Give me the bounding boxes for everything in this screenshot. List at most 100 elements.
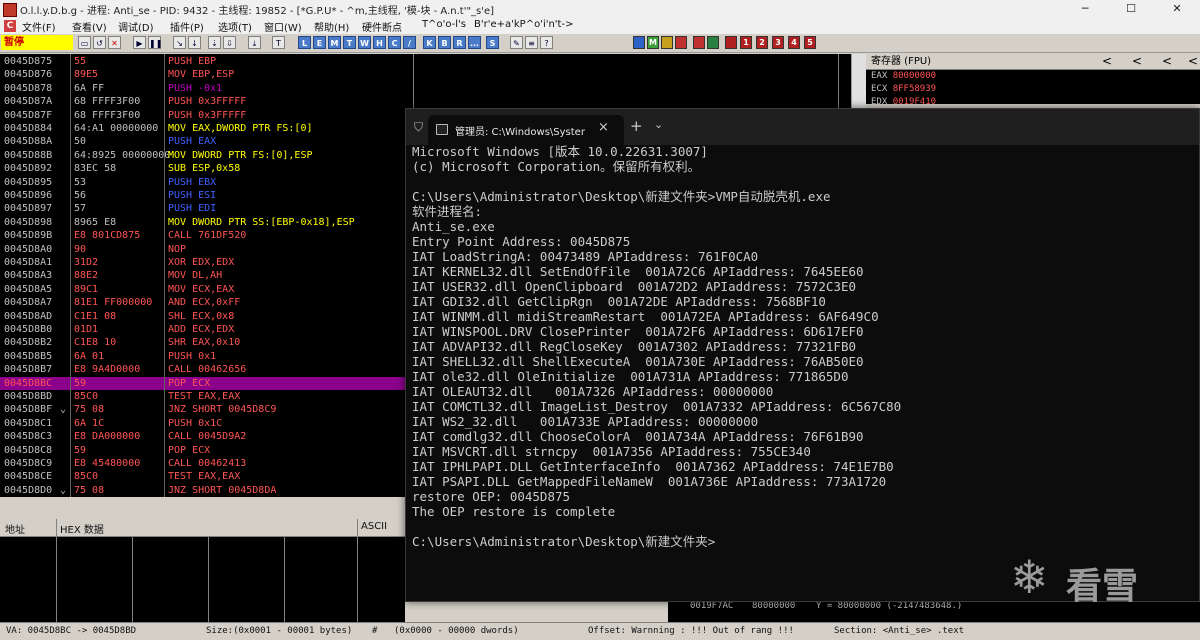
help-icon[interactable]: ? (540, 36, 553, 49)
menu-tools[interactable]: T^o'o-l's (422, 19, 466, 30)
disasm-row[interactable]: 0045D88B 64:8925 00000000 MOV DWORD PTR FS… (0, 149, 413, 162)
menu-window[interactable]: 窗口(W) (264, 19, 302, 34)
call-stack-icon[interactable]: K (423, 36, 436, 49)
minimize-button[interactable]: ─ (1062, 0, 1108, 18)
modules-window-icon[interactable]: E (313, 36, 326, 49)
disasm-row[interactable]: 0045D8B2 C1E8 10 SHR EAX,0x10 (0, 336, 413, 349)
disasm-row[interactable]: 0045D8A1 31D2 XOR EDX,EDX (0, 256, 413, 269)
step-over-icon[interactable]: ↓ (188, 36, 201, 49)
register-row[interactable]: EDX 0019F410 (871, 96, 936, 108)
menu-plugins[interactable]: 插件(P) (170, 19, 204, 34)
disasm-row[interactable]: 0045D89B E8 801CD875 CALL 761DF520 (0, 229, 413, 242)
disasm-row[interactable]: 0045D8D0 ⌄ 75 08 JNZ SHORT 0045D8DA (0, 484, 413, 497)
disasm-row[interactable]: 0045D8CE 85C0 TEST EAX,EAX (0, 470, 413, 483)
disasm-row[interactable]: 0045D8C3 E8 DA000000 CALL 0045D9A2 (0, 430, 413, 443)
disasm-row[interactable]: 0045D87F 68 FFFF3F00 PUSH 0x3FFFFF (0, 109, 413, 122)
disasm-row[interactable]: 0045D875 55 PUSH EBP (0, 55, 413, 68)
plugin-button-2[interactable]: 2 (756, 36, 768, 49)
windows-window-icon[interactable]: W (358, 36, 371, 49)
plugin-button-5[interactable]: 5 (804, 36, 816, 49)
open-icon[interactable]: ▭ (78, 36, 91, 49)
prev-icon[interactable]: < (1188, 54, 1198, 69)
plugin-button-1[interactable]: 1 (740, 36, 752, 49)
disasm-row[interactable]: 0045D876 89E5 MOV EBP,ESP (0, 68, 413, 81)
menu-hw-breakpoint[interactable]: 硬件断点 (362, 19, 402, 34)
trace-over-icon[interactable]: ⇩ (223, 36, 236, 49)
plugin-icon-4[interactable] (675, 36, 687, 49)
plugin-button-3[interactable]: 3 (772, 36, 784, 49)
disasm-row[interactable]: 0045D898 8965 E8 MOV DWORD PTR SS:[EBP-0x1… (0, 216, 413, 229)
disasm-row[interactable]: 0045D8A7 81E1 FF000000 AND ECX,0xFF (0, 296, 413, 309)
step-into-icon[interactable]: ↘ (173, 36, 186, 49)
chevron-down-icon[interactable]: ⌄ (654, 118, 663, 131)
execute-till-return-icon[interactable]: ⤓ (248, 36, 261, 49)
disasm-row[interactable]: 0045D8BF ⌄ 75 08 JNZ SHORT 0045D8C9 (0, 403, 413, 416)
disasm-row[interactable]: 0045D8B0 01D1 ADD ECX,EDX (0, 323, 413, 336)
threads-window-icon[interactable]: T (343, 36, 356, 49)
terminal-output[interactable]: Microsoft Windows [版本 10.0.22631.3007] (c… (412, 144, 1192, 549)
breakpoints-window-icon[interactable]: B (438, 36, 451, 49)
dump-pane[interactable] (0, 537, 405, 622)
prev-icon[interactable]: < (1162, 54, 1172, 69)
plugin-icon-7[interactable] (725, 36, 737, 49)
pause-icon[interactable]: ❚❚ (148, 36, 162, 49)
disasm-row[interactable]: 0045D8C1 6A 1C PUSH 0x1C (0, 417, 413, 430)
disasm-row[interactable]: 0045D8AD C1E1 08 SHL ECX,0x8 (0, 310, 413, 323)
disasm-row[interactable]: 0045D895 53 PUSH EBX (0, 176, 413, 189)
plugin-icon-3[interactable] (661, 36, 673, 49)
register-row[interactable]: ECX 8FF58939 (871, 83, 936, 95)
plugin-icon-6[interactable] (707, 36, 719, 49)
disasm-row[interactable]: 0045D8C9 E8 45480000 CALL 00462413 (0, 457, 413, 470)
close-button[interactable]: ✕ (1154, 0, 1200, 18)
disasm-row[interactable]: 0045D8B5 6A 01 PUSH 0x1 (0, 350, 413, 363)
plugin-icon-5[interactable] (693, 36, 705, 49)
disasm-row[interactable]: 0045D8BC 59 POP ECX (0, 376, 413, 390)
handles-window-icon[interactable]: H (373, 36, 386, 49)
disassembly-pane[interactable]: 0045D875 55 PUSH EBP 0045D876 89E5 MOV EBP,ES… (0, 54, 413, 497)
disasm-row[interactable]: 0045D8B7 E8 9A4D0000 CALL 00462656 (0, 363, 413, 376)
disasm-row[interactable]: 0045D8A5 89C1 MOV ECX,EAX (0, 283, 413, 296)
source-window-icon[interactable]: S (486, 36, 499, 49)
disasm-row[interactable]: 0045D897 57 PUSH EDI (0, 202, 413, 215)
disasm-row[interactable]: 0045D892 83EC 58 SUB ESP,0x58 (0, 162, 413, 175)
close-icon[interactable]: × (598, 120, 609, 135)
run-trace-icon[interactable]: ... (468, 36, 481, 49)
disasm-row[interactable]: 0045D87A 68 FFFF3F00 PUSH 0x3FFFFF (0, 95, 413, 108)
prev-icon[interactable]: < (1102, 54, 1112, 69)
list-icon[interactable]: ≡ (525, 36, 538, 49)
cpu-window-icon[interactable]: C (388, 36, 401, 49)
goto-icon[interactable]: T (272, 36, 285, 49)
prev-icon[interactable]: < (1132, 54, 1142, 69)
patches-window-icon[interactable]: / (403, 36, 416, 49)
menu-breakpoint[interactable]: B'r'e+a'kP^o'i'n't-> (474, 19, 573, 30)
menu-debug[interactable]: 调试(D) (118, 19, 154, 34)
plugin-icon-1[interactable] (633, 36, 645, 49)
run-icon[interactable]: ▶ (133, 36, 146, 49)
plugin-button-4[interactable]: 4 (788, 36, 800, 49)
app-menu-icon[interactable]: C (4, 20, 16, 32)
disasm-row[interactable]: 0045D8C8 59 POP ECX (0, 444, 413, 457)
menu-view[interactable]: 查看(V) (72, 19, 107, 34)
disasm-row[interactable]: 0045D878 6A FF PUSH -0x1 (0, 82, 413, 95)
disasm-row[interactable]: 0045D896 56 PUSH ESI (0, 189, 413, 202)
close-process-icon[interactable]: ✕ (108, 36, 121, 49)
disasm-row[interactable]: 0045D8A3 88E2 MOV DL,AH (0, 269, 413, 282)
register-row[interactable]: EAX 80000000 (871, 70, 936, 82)
new-tab-icon[interactable]: + (630, 117, 643, 135)
maximize-button[interactable]: ☐ (1108, 0, 1154, 18)
menu-file[interactable]: 文件(F) (22, 19, 56, 34)
disasm-row[interactable]: 0045D884 64:A1 00000000 MOV EAX,DWORD PTR … (0, 122, 413, 135)
terminal-tab[interactable]: 管理员: C:\Windows\System32 × (428, 115, 624, 145)
references-window-icon[interactable]: R (453, 36, 466, 49)
menu-help[interactable]: 帮助(H) (314, 19, 349, 34)
log-window-icon[interactable]: L (298, 36, 311, 49)
disasm-row[interactable]: 0045D8A0 90 NOP (0, 243, 413, 256)
disasm-row[interactable]: 0045D88A 50 PUSH EAX (0, 135, 413, 148)
plugin-icon-2[interactable]: M (647, 36, 659, 49)
menu-options[interactable]: 选项(T) (218, 19, 252, 34)
restart-icon[interactable]: ↺ (93, 36, 106, 49)
disasm-row[interactable]: 0045D8BD 85C0 TEST EAX,EAX (0, 390, 413, 403)
wrench-icon[interactable]: ✎ (510, 36, 523, 49)
terminal-window[interactable]: ⛉ 管理员: C:\Windows\System32 × + ⌄ Microso… (405, 108, 1200, 602)
memory-window-icon[interactable]: M (328, 36, 341, 49)
